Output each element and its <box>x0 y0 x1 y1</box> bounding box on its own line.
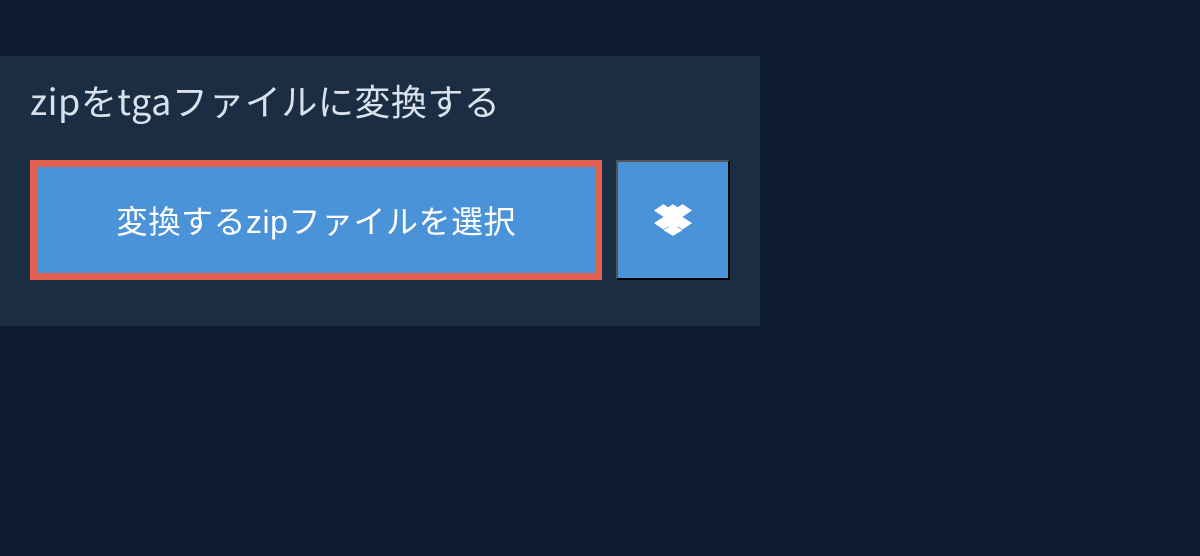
select-file-button[interactable]: 変換するzipファイルを選択 <box>30 160 602 280</box>
button-row: 変換するzipファイルを選択 <box>0 160 760 326</box>
dropbox-button[interactable] <box>616 160 730 280</box>
converter-panel: zipをtgaファイルに変換する 変換するzipファイルを選択 <box>0 56 760 326</box>
title-container: zipをtgaファイルに変換する <box>0 56 530 148</box>
dropbox-icon <box>654 201 692 239</box>
select-file-label: 変換するzipファイルを選択 <box>116 197 516 243</box>
page-title: zipをtgaファイルに変換する <box>30 74 500 126</box>
